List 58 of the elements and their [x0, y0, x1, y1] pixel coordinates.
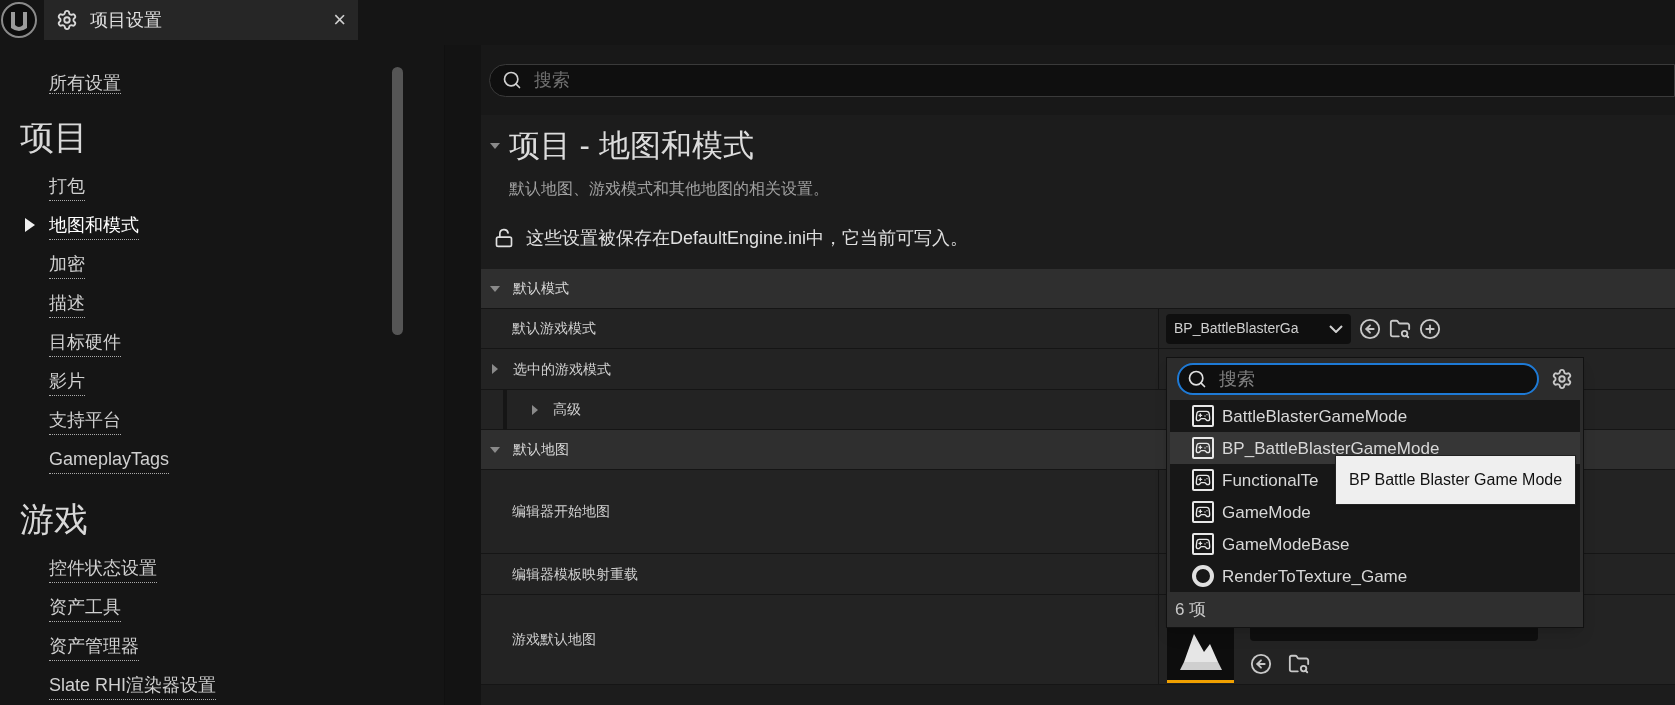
tooltip: BP Battle Blaster Game Mode	[1335, 455, 1577, 505]
picker-item[interactable]: BattleBlasterGameMode	[1170, 400, 1580, 433]
class-dropdown[interactable]: BP_BattleBlasterGa	[1166, 313, 1351, 344]
all-settings-link[interactable]: 所有设置	[49, 73, 121, 94]
page-title: 项目 - 地图和模式	[509, 126, 754, 165]
item-count: 6 项	[1167, 592, 1583, 627]
category-label: 默认模式	[513, 279, 569, 298]
sidebar-link[interactable]: GameplayTags	[49, 445, 170, 474]
sidebar-link[interactable]: 支持平台	[49, 406, 121, 435]
notice-text: 这些设置被保存在DefaultEngine.ini中，它当前可写入。	[526, 226, 969, 250]
add-icon[interactable]	[1419, 317, 1441, 340]
unlock-icon	[494, 228, 514, 248]
picker-item[interactable]: GameModeBase	[1170, 528, 1580, 561]
gear-icon	[56, 9, 78, 31]
caret-icon	[1329, 324, 1343, 333]
sidebar-link[interactable]: 描述	[49, 289, 85, 318]
property-label: 默认游戏模式	[512, 319, 596, 338]
sidebar-link[interactable]: 控件状态设置	[49, 554, 157, 583]
sidebar-link[interactable]: 打包	[49, 172, 85, 201]
ring-icon	[1192, 565, 1214, 588]
gamepad-icon	[1192, 405, 1214, 428]
property-label: 编辑器开始地图	[512, 502, 610, 521]
scrollbar-thumb[interactable]	[392, 67, 403, 335]
picker-item[interactable]: RenderToTexture_Game	[1170, 560, 1580, 593]
search-field[interactable]: 搜索	[489, 63, 1675, 97]
property-label: 编辑器模板映射重载	[512, 564, 638, 584]
sidebar-link[interactable]: 目标硬件	[49, 328, 121, 357]
sidebar-link[interactable]: 影片	[49, 367, 85, 396]
section-heading: 游戏	[20, 499, 89, 540]
settings-tab[interactable]: 项目设置 ×	[44, 0, 358, 40]
picker-search-input[interactable]: 搜索	[1219, 365, 1419, 393]
section-heading: 项目	[20, 117, 89, 158]
search-input[interactable]: 搜索	[534, 66, 1662, 94]
gamepad-icon	[1192, 533, 1214, 556]
property-label: 游戏默认地图	[512, 630, 596, 649]
close-button[interactable]: ×	[333, 9, 346, 31]
logo-icon[interactable]	[0, 1, 38, 39]
property-label: 选中的游戏模式	[513, 359, 611, 379]
settings-icon[interactable]	[1551, 368, 1573, 391]
search-icon	[1187, 369, 1207, 390]
dropdown-value: BP_BattleBlasterGa	[1174, 319, 1299, 338]
sidebar-link[interactable]: 加密	[49, 250, 85, 279]
sidebar-link[interactable]: Slate RHI渲染器设置	[49, 671, 217, 700]
folder-search-icon[interactable]	[1389, 317, 1411, 340]
page-description: 默认地图、游戏模式和其他地图的相关设置。	[508, 179, 830, 199]
gamepad-icon	[1192, 437, 1214, 460]
category-label: 默认地图	[513, 440, 569, 459]
sidebar-link[interactable]: 地图和模式	[49, 211, 139, 240]
gamepad-icon	[1192, 469, 1214, 492]
tab-title: 项目设置	[90, 8, 162, 32]
sidebar-link[interactable]: 资产工具	[49, 593, 121, 622]
category-header[interactable]: 默认模式	[481, 269, 1675, 309]
property-label: 高级	[553, 400, 581, 419]
folder-search-icon[interactable]	[1288, 653, 1310, 675]
search-icon	[502, 70, 522, 90]
picker-search-field[interactable]: 搜索	[1177, 363, 1539, 396]
sidebar-link[interactable]: 资产管理器	[49, 632, 139, 661]
gamepad-icon	[1192, 501, 1214, 524]
